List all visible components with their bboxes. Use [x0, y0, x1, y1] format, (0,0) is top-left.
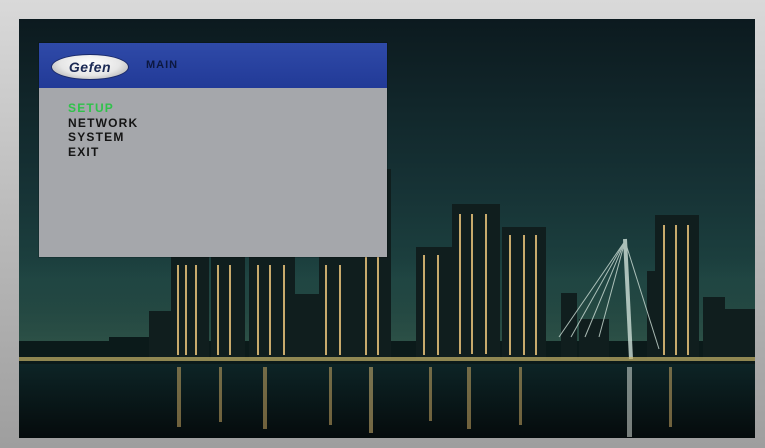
menu-item-system[interactable]: SYSTEM [68, 130, 138, 145]
osd-header-bar: Gefen MAIN [39, 43, 387, 88]
menu-item-network[interactable]: NETWORK [68, 116, 138, 131]
menu-title: MAIN [146, 59, 179, 71]
display-screen: Gefen MAIN SETUP NETWORK SYSTEM EXIT [19, 19, 755, 438]
menu-item-setup[interactable]: SETUP [68, 101, 138, 116]
main-menu-list: SETUP NETWORK SYSTEM EXIT [68, 101, 138, 159]
menu-item-exit[interactable]: EXIT [68, 145, 138, 160]
gefen-logo: Gefen [51, 54, 129, 80]
osd-menu-panel: Gefen MAIN SETUP NETWORK SYSTEM EXIT [39, 43, 387, 257]
